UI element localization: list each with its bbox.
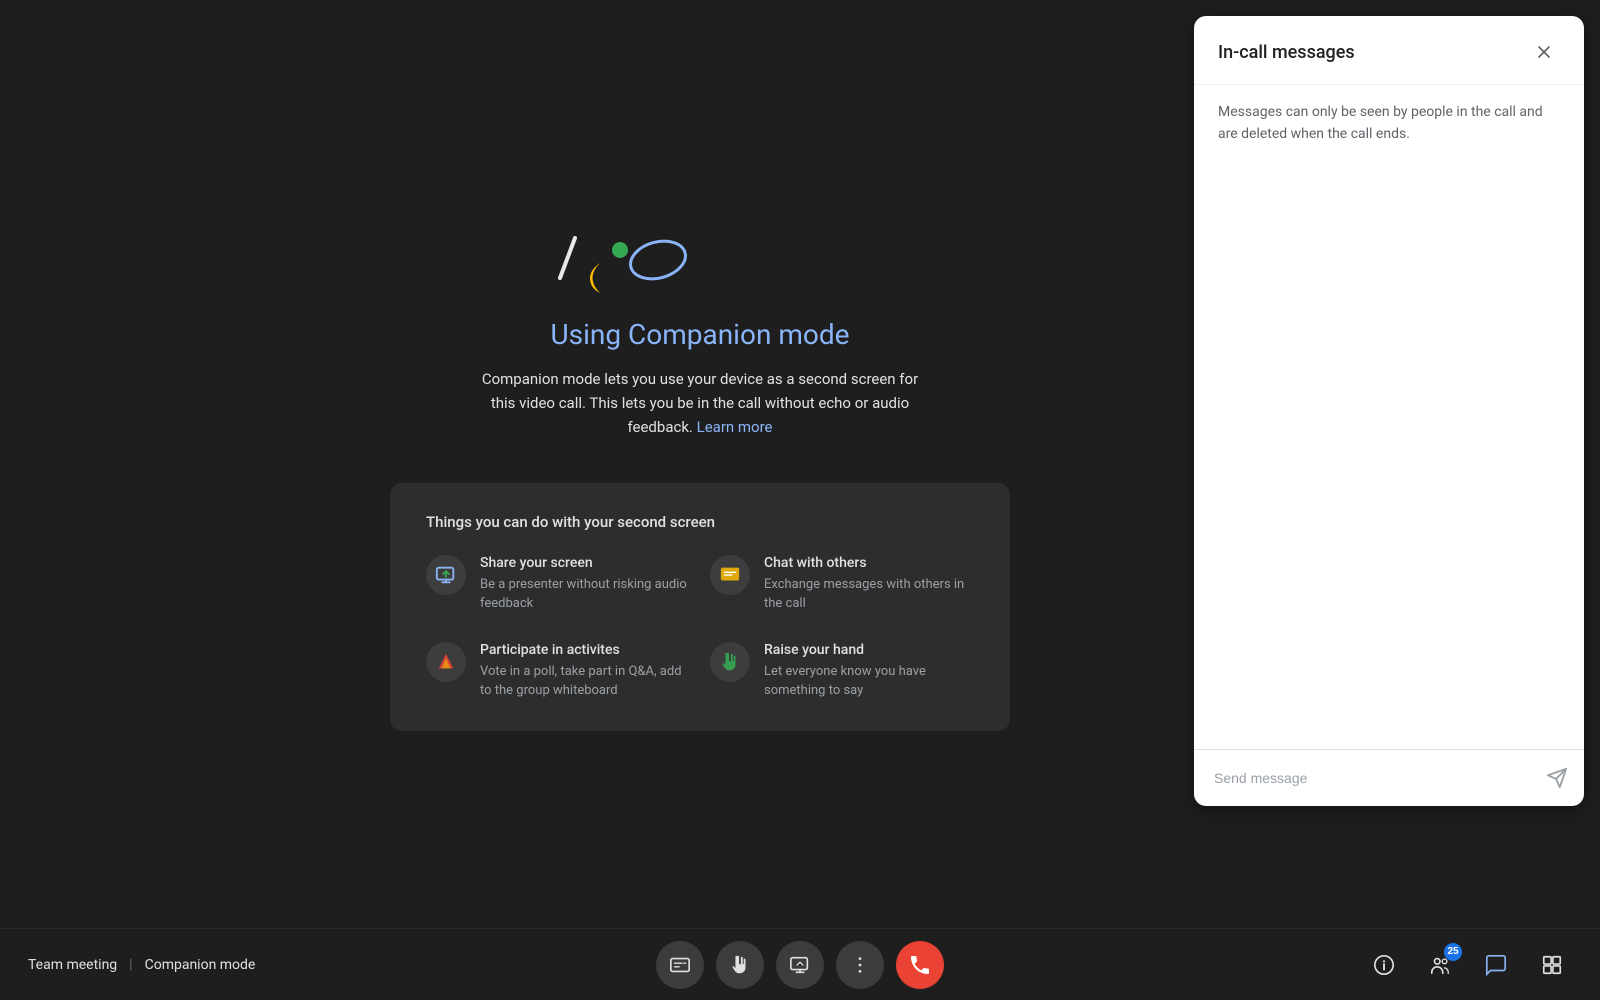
present-button[interactable] [776,941,824,989]
more-options-icon [849,954,871,976]
raise-hand-icon [719,651,741,673]
meeting-title: Team meeting [28,957,117,973]
controls-right: 25 [1364,945,1572,985]
meeting-separator: | [129,957,132,973]
feature-participate-desc: Vote in a poll, take part in Q&A, add to… [480,662,690,701]
raise-hand-icon-circle [710,642,750,682]
present-icon [789,954,811,976]
companion-title: Using Companion mode [480,318,920,351]
end-call-icon [908,953,932,977]
panel-info: Messages can only be seen by people in t… [1194,85,1584,162]
feature-share-screen-text: Share your screen Be a presenter without… [480,555,690,614]
feature-raise-hand: Raise your hand Let everyone know you ha… [710,642,974,701]
activities-icon [1541,954,1563,976]
participate-icon-circle [426,642,466,682]
feature-share-screen-desc: Be a presenter without risking audio fee… [480,575,690,614]
captions-button[interactable] [656,941,704,989]
decorative-area [390,198,1010,318]
info-icon [1373,954,1395,976]
panel-input-area [1194,749,1584,806]
message-input[interactable] [1210,762,1538,794]
controls-center [656,941,944,989]
feature-share-screen: Share your screen Be a presenter without… [426,555,690,614]
learn-more-link[interactable]: Learn more [697,418,773,436]
bottom-bar: Team meeting | Companion mode [0,928,1600,1000]
feature-raise-hand-name: Raise your hand [764,642,974,658]
feature-share-screen-name: Share your screen [480,555,690,571]
raise-hand-ctrl-icon [729,954,751,976]
feature-chat-text: Chat with others Exchange messages with … [764,555,974,614]
companion-description: Companion mode lets you use your device … [480,367,920,439]
more-options-button[interactable] [836,941,884,989]
feature-chat: Chat with others Exchange messages with … [710,555,974,614]
features-card: Things you can do with your second scree… [390,483,1010,731]
people-button[interactable]: 25 [1420,945,1460,985]
panel-title: In-call messages [1218,42,1355,63]
decorative-shapes [390,198,1010,318]
feature-participate: Participate in activites Vote in a poll,… [426,642,690,701]
meeting-info: Team meeting | Companion mode [28,957,255,973]
info-button[interactable] [1364,945,1404,985]
panel-messages-area [1194,162,1584,749]
chat-icon-circle [710,555,750,595]
send-message-button[interactable] [1546,767,1568,789]
close-icon [1534,42,1554,62]
raise-hand-button[interactable] [716,941,764,989]
share-screen-icon [435,564,457,586]
share-screen-icon-circle [426,555,466,595]
meeting-mode: Companion mode [145,957,256,973]
messages-panel: In-call messages Messages can only be se… [1194,16,1584,806]
chat-ctrl-icon [1485,954,1507,976]
participate-icon [435,651,457,673]
panel-header: In-call messages [1194,16,1584,85]
participants-badge: 25 [1444,943,1462,961]
companion-content: Using Companion mode Companion mode lets… [390,198,1010,731]
captions-icon [669,954,691,976]
features-grid: Share your screen Be a presenter without… [426,555,974,701]
close-panel-button[interactable] [1528,36,1560,68]
feature-participate-name: Participate in activites [480,642,690,658]
chat-button[interactable] [1476,945,1516,985]
activities-button[interactable] [1532,945,1572,985]
feature-chat-name: Chat with others [764,555,974,571]
main-area: Using Companion mode Companion mode lets… [0,0,1600,928]
feature-raise-hand-desc: Let everyone know you have something to … [764,662,974,701]
title-section: Using Companion mode Companion mode lets… [480,318,920,439]
feature-chat-desc: Exchange messages with others in the cal… [764,575,974,614]
feature-raise-hand-text: Raise your hand Let everyone know you ha… [764,642,974,701]
end-call-button[interactable] [896,941,944,989]
feature-participate-text: Participate in activites Vote in a poll,… [480,642,690,701]
send-icon [1546,767,1568,789]
features-section-title: Things you can do with your second scree… [426,513,974,531]
chat-icon [719,564,741,586]
